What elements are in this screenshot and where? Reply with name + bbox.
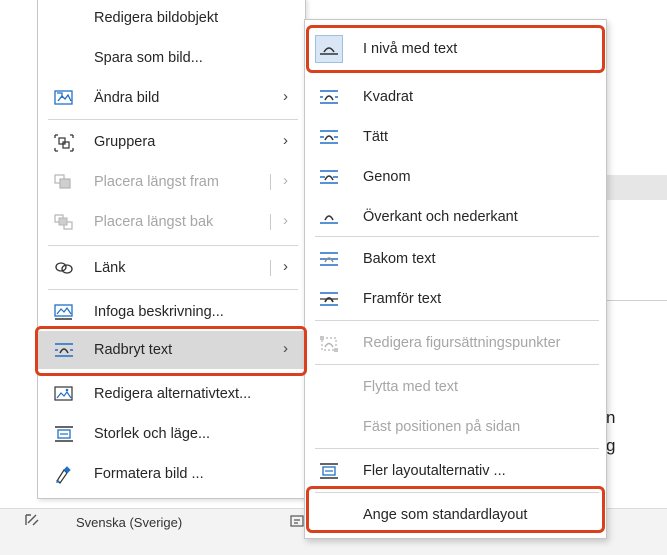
wrap-text-submenu: I nivå med text Kvadrat Tätt Genom Överk… bbox=[304, 19, 607, 539]
split-divider bbox=[270, 174, 271, 190]
submenu-item-behind-text[interactable]: Bakom text bbox=[305, 240, 606, 278]
bring-to-front-icon bbox=[54, 174, 74, 190]
focus-mode-icon[interactable] bbox=[290, 514, 304, 528]
link-icon bbox=[54, 260, 74, 276]
menu-item-label: Storlek och läge... bbox=[94, 426, 211, 442]
format-picture-icon bbox=[54, 466, 74, 484]
submenu-item-edit-wrap-points[interactable]: Redigera figursättningspunkter bbox=[305, 324, 606, 362]
menu-item-label: Infoga beskrivning... bbox=[94, 304, 224, 320]
menu-item-label: Radbryt text bbox=[94, 342, 173, 358]
menu-item-label: Formatera bild ... bbox=[94, 466, 204, 482]
tight-wrap-icon bbox=[319, 129, 339, 145]
group-icon bbox=[54, 134, 74, 152]
proofing-icon[interactable] bbox=[24, 512, 40, 528]
split-divider bbox=[270, 214, 271, 230]
submenu-item-label: Redigera figursättningspunkter bbox=[363, 335, 561, 351]
menu-item-label: Länk bbox=[94, 260, 126, 276]
menu-item-size-position[interactable]: Storlek och läge... bbox=[38, 415, 305, 453]
menu-item-change-picture[interactable]: Ändra bild › bbox=[38, 79, 305, 117]
submenu-item-more-layout-options[interactable]: Fler layoutalternativ ... bbox=[305, 452, 606, 490]
submenu-item-label: I nivå med text bbox=[363, 41, 458, 57]
menu-item-send-to-back[interactable]: Placera längst bak › bbox=[38, 203, 305, 241]
square-wrap-icon bbox=[319, 89, 339, 105]
change-picture-icon bbox=[54, 90, 74, 106]
edit-wrap-points-icon bbox=[319, 335, 339, 352]
split-divider bbox=[270, 260, 271, 276]
submenu-item-top-and-bottom[interactable]: Överkant och nederkant bbox=[305, 198, 606, 236]
menu-separator bbox=[48, 119, 298, 120]
document-text-fragment: n bbox=[606, 408, 616, 427]
submenu-item-set-as-default-layout[interactable]: Ange som standardlayout bbox=[305, 496, 606, 534]
submenu-item-through[interactable]: Genom bbox=[305, 158, 606, 196]
document-divider bbox=[600, 300, 667, 301]
insert-caption-icon bbox=[54, 304, 74, 320]
submenu-item-square[interactable]: Kvadrat bbox=[305, 78, 606, 116]
submenu-item-label: Tätt bbox=[363, 129, 388, 145]
status-language[interactable]: Svenska (Sverige) bbox=[76, 515, 182, 530]
submenu-item-label: Fäst positionen på sidan bbox=[363, 419, 521, 435]
send-to-back-icon bbox=[54, 214, 74, 230]
menu-separator bbox=[48, 289, 298, 290]
more-layout-icon bbox=[319, 463, 339, 479]
menu-item-label: Spara som bild... bbox=[94, 50, 203, 66]
menu-item-label: Redigera alternativtext... bbox=[94, 386, 252, 402]
submenu-item-label: Kvadrat bbox=[363, 89, 413, 105]
menu-item-insert-caption[interactable]: Infoga beskrivning... bbox=[38, 293, 305, 331]
menu-separator bbox=[315, 236, 599, 237]
top-bottom-wrap-icon bbox=[319, 209, 339, 225]
alt-text-icon bbox=[54, 386, 74, 402]
menu-separator bbox=[315, 492, 599, 493]
document-background bbox=[600, 175, 667, 200]
menu-item-bring-to-front[interactable]: Placera längst fram › bbox=[38, 163, 305, 201]
submenu-item-label: Överkant och nederkant bbox=[363, 209, 518, 225]
menu-item-wrap-text[interactable]: Radbryt text › bbox=[38, 331, 305, 369]
menu-item-link[interactable]: Länk › bbox=[38, 249, 305, 287]
menu-separator bbox=[315, 448, 599, 449]
menu-item-save-as-picture[interactable]: Spara som bild... bbox=[38, 39, 305, 77]
submenu-item-label: Flytta med text bbox=[363, 379, 459, 395]
through-wrap-icon bbox=[319, 169, 339, 185]
document-text-fragment: g bbox=[606, 436, 616, 455]
menu-item-group[interactable]: Gruppera › bbox=[38, 123, 305, 161]
menu-item-label: Placera längst bak bbox=[94, 214, 214, 230]
inline-with-text-icon bbox=[315, 35, 343, 63]
menu-separator bbox=[48, 245, 298, 246]
menu-separator bbox=[315, 320, 599, 321]
menu-item-label: Redigera bildobjekt bbox=[94, 10, 219, 26]
context-menu: Redigera bildobjekt Spara som bild... Än… bbox=[37, 0, 306, 499]
submenu-item-label: Ange som standardlayout bbox=[363, 507, 528, 523]
chevron-right-icon: › bbox=[283, 258, 288, 275]
menu-separator bbox=[315, 364, 599, 365]
chevron-right-icon: › bbox=[283, 212, 288, 229]
submenu-item-inline-with-text[interactable]: I nivå med text bbox=[305, 30, 606, 68]
menu-item-label: Gruppera bbox=[94, 134, 156, 150]
menu-item-edit-picture-object[interactable]: Redigera bildobjekt bbox=[38, 0, 305, 37]
submenu-item-label: Bakom text bbox=[363, 251, 436, 267]
submenu-item-label: Fler layoutalternativ ... bbox=[363, 463, 506, 479]
submenu-item-in-front-of-text[interactable]: Framför text bbox=[305, 280, 606, 318]
chevron-right-icon: › bbox=[283, 340, 288, 357]
chevron-right-icon: › bbox=[283, 172, 288, 189]
submenu-item-move-with-text[interactable]: Flytta med text bbox=[305, 368, 606, 406]
menu-item-format-picture[interactable]: Formatera bild ... bbox=[38, 455, 305, 493]
menu-item-label: Placera längst fram bbox=[94, 174, 219, 190]
submenu-item-label: Framför text bbox=[363, 291, 442, 307]
submenu-item-label: Genom bbox=[363, 169, 411, 185]
behind-text-icon bbox=[319, 251, 339, 267]
menu-item-edit-alt-text[interactable]: Redigera alternativtext... bbox=[38, 375, 305, 413]
in-front-of-text-icon bbox=[319, 291, 339, 307]
chevron-right-icon: › bbox=[283, 132, 288, 149]
submenu-item-tight[interactable]: Tätt bbox=[305, 118, 606, 156]
submenu-item-fix-position[interactable]: Fäst positionen på sidan bbox=[305, 408, 606, 446]
menu-item-label: Ändra bild bbox=[94, 90, 160, 106]
size-position-icon bbox=[54, 426, 74, 442]
wrap-text-icon bbox=[54, 342, 74, 358]
chevron-right-icon: › bbox=[283, 88, 288, 105]
